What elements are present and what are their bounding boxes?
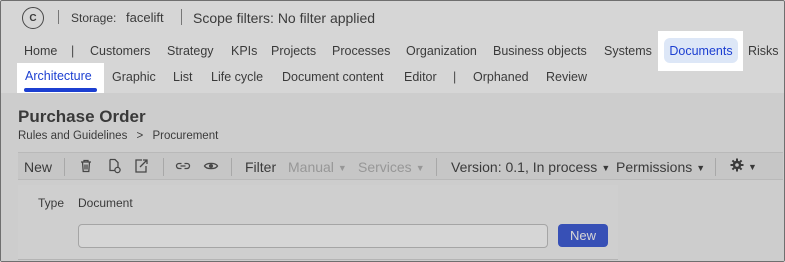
toolbar-divider xyxy=(231,158,232,176)
manual-dropdown[interactable]: Manual ▼ xyxy=(288,159,347,175)
caret-down-icon: ▼ xyxy=(696,163,706,173)
nav-item-kpis[interactable]: KPIs xyxy=(231,44,257,58)
nav-separator: | xyxy=(453,70,457,84)
type-value: Document xyxy=(78,196,133,210)
toolbar-divider xyxy=(163,158,164,176)
caret-down-icon[interactable]: ▼ xyxy=(748,162,757,172)
nav-item-home[interactable]: Home xyxy=(24,44,57,58)
new-button[interactable]: New xyxy=(24,159,52,175)
breadcrumb-separator: > xyxy=(136,130,144,142)
subnav-item-editor[interactable]: Editor xyxy=(404,70,437,84)
architecture-highlight: Architecture xyxy=(17,63,104,93)
caret-down-icon: ▼ xyxy=(415,163,425,173)
subnav-item-list[interactable]: List xyxy=(173,70,192,84)
name-input[interactable] xyxy=(78,224,548,248)
nav-item-processes[interactable]: Processes xyxy=(332,44,390,58)
active-tab-indicator xyxy=(24,88,97,92)
document-copy-icon[interactable] xyxy=(106,158,122,174)
subnav-item-document-content[interactable]: Document content xyxy=(282,70,383,84)
subnav-item-life-cycle[interactable]: Life cycle xyxy=(211,70,263,84)
toolbar-divider xyxy=(715,158,716,176)
breadcrumb: Rules and Guidelines > Procurement xyxy=(18,130,224,142)
permissions-dropdown[interactable]: Permissions ▼ xyxy=(616,159,705,175)
gear-icon[interactable] xyxy=(729,157,745,173)
eye-icon[interactable] xyxy=(203,158,219,174)
nav-item-customers[interactable]: Customers xyxy=(90,44,150,58)
divider xyxy=(58,10,59,24)
company-logo[interactable]: C xyxy=(22,7,44,29)
toolbar-divider xyxy=(64,158,65,176)
scope-filters[interactable]: Scope filters: No filter applied xyxy=(193,10,375,26)
link-icon[interactable] xyxy=(175,158,191,174)
subnav-item-orphaned[interactable]: Orphaned xyxy=(473,70,529,84)
document-toolbar: New Filter Manual ▼ Services ▼ Version: … xyxy=(18,152,783,180)
divider xyxy=(181,9,182,25)
subnav-item-architecture[interactable]: Architecture xyxy=(25,69,92,83)
nav-item-risks[interactable]: Risks xyxy=(748,44,779,58)
breadcrumb-item[interactable]: Procurement xyxy=(152,130,218,142)
trash-icon[interactable] xyxy=(78,158,94,174)
storage-selector[interactable]: facelift xyxy=(126,10,164,25)
version-label: Version: 0.1, In process xyxy=(451,159,598,175)
caret-down-icon: ▼ xyxy=(337,163,347,173)
storage-label: Storage: xyxy=(71,11,117,25)
nav-separator: | xyxy=(71,44,75,58)
nav-item-systems[interactable]: Systems xyxy=(604,44,652,58)
permissions-label: Permissions xyxy=(616,159,693,175)
services-label: Services xyxy=(358,159,412,175)
create-new-button[interactable]: New xyxy=(558,224,608,247)
nav-item-strategy[interactable]: Strategy xyxy=(167,44,214,58)
nav-item-organization[interactable]: Organization xyxy=(406,44,477,58)
documents-highlight: Documents xyxy=(658,31,743,71)
caret-down-icon: ▼ xyxy=(601,163,611,173)
breadcrumb-item[interactable]: Rules and Guidelines xyxy=(18,130,127,142)
nav-item-documents[interactable]: Documents xyxy=(664,38,738,63)
new-object-form: Type Document New xyxy=(18,185,618,260)
export-icon[interactable] xyxy=(133,158,149,174)
nav-item-projects[interactable]: Projects xyxy=(271,44,316,58)
manual-label: Manual xyxy=(288,159,334,175)
version-dropdown[interactable]: Version: 0.1, In process ▼ xyxy=(451,159,610,175)
main-content: Purchase Order Rules and Guidelines > Pr… xyxy=(1,93,784,261)
page-title: Purchase Order xyxy=(18,107,146,126)
services-dropdown[interactable]: Services ▼ xyxy=(358,159,425,175)
filter-button[interactable]: Filter xyxy=(245,159,276,175)
subnav-item-graphic[interactable]: Graphic xyxy=(112,70,156,84)
storage-bar: C Storage: facelift Scope filters: No fi… xyxy=(1,1,784,35)
toolbar-divider xyxy=(436,158,437,176)
nav-item-business-objects[interactable]: Business objects xyxy=(493,44,587,58)
app-window: C Storage: facelift Scope filters: No fi… xyxy=(0,0,785,262)
subnav-item-review[interactable]: Review xyxy=(546,70,587,84)
type-label: Type xyxy=(38,196,65,210)
